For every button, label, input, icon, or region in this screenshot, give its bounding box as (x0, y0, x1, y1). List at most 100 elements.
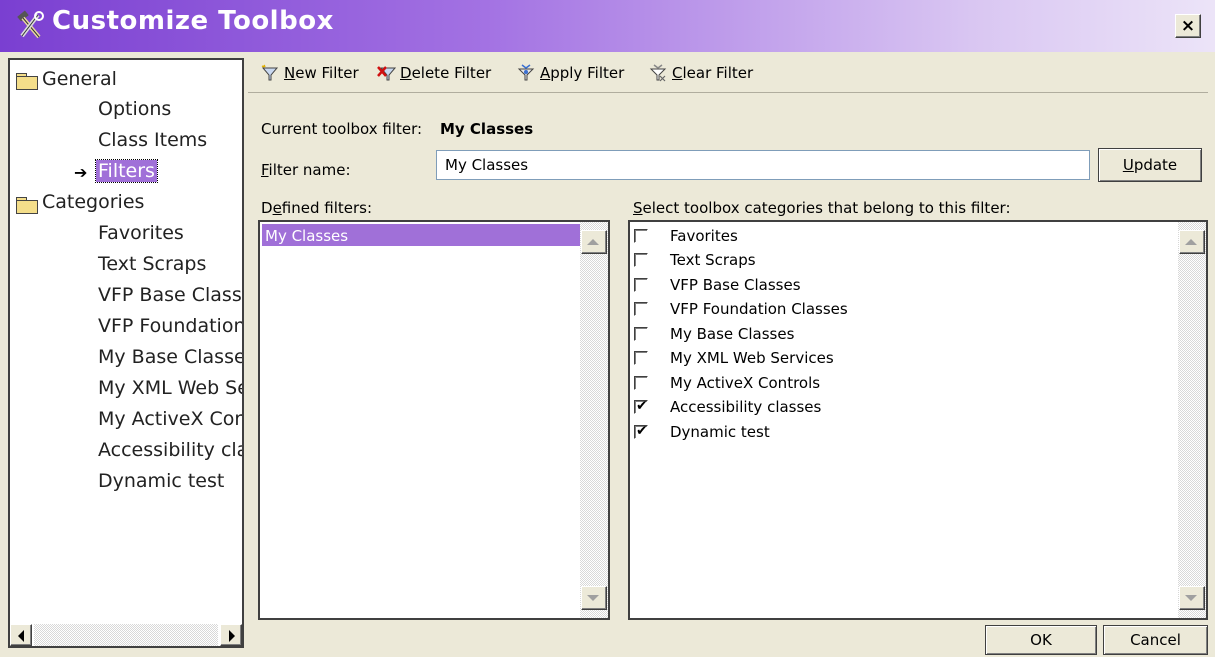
category-label: Text Scraps (670, 251, 756, 269)
select-categories-label: Select toolbox categories that belong to… (633, 199, 1011, 217)
tree-node-my-xml-web-services[interactable]: My XML Web Se (98, 377, 242, 399)
scroll-down-button[interactable] (1179, 586, 1205, 610)
category-label: VFP Foundation Classes (670, 300, 848, 318)
category-checkbox[interactable] (634, 376, 648, 390)
category-tree[interactable]: General Options Class Items ➔ Filters Ca… (8, 58, 244, 648)
defined-filters-scrollbar[interactable] (580, 222, 608, 618)
category-checkbox[interactable]: ✔ (634, 398, 648, 414)
category-label: Accessibility classes (670, 398, 822, 416)
clear-filter-button[interactable]: Clear Filter (648, 64, 753, 82)
tree-horizontal-scrollbar[interactable] (10, 624, 242, 646)
select-categories-accesskey: S (633, 199, 643, 217)
filter-name-label-text: ilter name: (268, 161, 351, 179)
checkmark-icon: ✔ (636, 423, 648, 439)
folder-icon (16, 197, 38, 214)
defined-filters-list[interactable]: My Classes (258, 220, 610, 620)
ok-button[interactable]: OK (985, 625, 1097, 655)
window-title: Customize Toolbox (52, 6, 334, 36)
delete-filter-accesskey: D (400, 64, 412, 82)
defined-filter-item[interactable]: My Classes (262, 224, 580, 246)
cancel-button[interactable]: Cancel (1103, 625, 1208, 655)
tools-icon (17, 10, 44, 39)
close-button[interactable]: × (1175, 14, 1201, 38)
arrow-right-icon: ➔ (74, 163, 88, 182)
category-checklist-scrollbar[interactable] (1178, 222, 1206, 618)
defined-filters-label-text: fined filters: (281, 199, 373, 217)
tree-node-dynamic-test[interactable]: Dynamic test (98, 470, 224, 492)
category-checkbox[interactable]: ✔ (634, 423, 648, 439)
arrow-right-icon (229, 630, 235, 642)
scroll-left-button[interactable] (10, 624, 32, 646)
arrow-down-icon (1185, 595, 1197, 601)
update-label: pdate (1133, 156, 1178, 174)
defined-filters-label: Defined filters: (261, 199, 372, 217)
scroll-up-button[interactable] (1179, 230, 1205, 254)
tree-node-accessibility-classes[interactable]: Accessibility clas (98, 439, 242, 461)
apply-filter-label: pply Filter (550, 64, 625, 82)
category-checkbox[interactable] (634, 253, 648, 267)
tree-node-favorites[interactable]: Favorites (98, 222, 184, 244)
new-filter-button[interactable]: New Filter (260, 64, 359, 82)
category-checkbox[interactable] (634, 351, 648, 365)
tree-node-filters-label: Filters (95, 159, 158, 183)
delete-filter-icon (377, 66, 396, 81)
category-checkbox[interactable] (634, 229, 648, 243)
filter-toolbar: New Filter Delete Filter Apply Filter Cl… (248, 58, 1208, 93)
arrow-left-icon (18, 630, 24, 642)
tree-node-options[interactable]: Options (98, 98, 171, 120)
category-checkbox[interactable] (634, 327, 648, 341)
delete-filter-button[interactable]: Delete Filter (376, 64, 491, 82)
category-label: My Base Classes (670, 325, 795, 343)
category-checkbox[interactable] (634, 278, 648, 292)
filter-name-label: Filter name: (261, 161, 351, 179)
category-checklist[interactable]: Favorites Text Scraps VFP Base Classes V… (628, 220, 1208, 620)
category-label: My XML Web Services (670, 349, 834, 367)
current-filter-label: Current toolbox filter: (261, 120, 423, 138)
apply-filter-icon (517, 64, 535, 81)
tree-node-vfp-base-classes[interactable]: VFP Base Classe (98, 284, 242, 306)
defined-filters-label-pre: D (261, 199, 273, 217)
category-label: VFP Base Classes (670, 276, 801, 294)
category-label: My ActiveX Controls (670, 374, 821, 392)
arrow-up-icon (1185, 239, 1197, 245)
tree-node-class-items[interactable]: Class Items (98, 129, 207, 151)
scroll-right-button[interactable] (220, 624, 242, 646)
tree-node-categories[interactable]: Categories (42, 191, 144, 213)
scrollbar-track[interactable] (1178, 222, 1206, 618)
current-filter-value: My Classes (440, 120, 534, 138)
arrow-down-icon (587, 595, 599, 601)
apply-filter-accesskey: A (540, 64, 551, 82)
defined-filters-accesskey: e (272, 199, 282, 217)
scrollbar-track[interactable] (580, 222, 608, 618)
apply-filter-button[interactable]: Apply Filter (516, 64, 624, 82)
title-bar[interactable]: Customize Toolbox × (0, 0, 1215, 52)
tree-node-my-base-classes[interactable]: My Base Classes (98, 346, 242, 368)
new-filter-icon (261, 64, 279, 81)
arrow-up-icon (587, 239, 599, 245)
scrollbar-track[interactable] (34, 624, 218, 646)
category-checkbox[interactable] (634, 302, 648, 316)
tree-node-filters[interactable]: Filters (95, 159, 158, 183)
update-accesskey: U (1122, 156, 1134, 174)
clear-filter-label: lear Filter (682, 64, 754, 82)
scroll-down-button[interactable] (581, 586, 607, 610)
delete-filter-label: elete Filter (411, 64, 492, 82)
filter-name-accesskey: F (261, 161, 269, 179)
folder-icon (16, 73, 38, 90)
clear-filter-icon (649, 64, 667, 82)
new-filter-accesskey: N (284, 64, 296, 82)
scroll-up-button[interactable] (581, 230, 607, 254)
clear-filter-accesskey: C (672, 64, 683, 82)
tree-node-vfp-foundation[interactable]: VFP Foundation (98, 315, 242, 337)
category-label: Favorites (670, 227, 738, 245)
select-categories-label-text: elect toolbox categories that belong to … (642, 199, 1011, 217)
new-filter-label: ew Filter (295, 64, 359, 82)
tree-node-my-activex-controls[interactable]: My ActiveX Cor (98, 408, 242, 430)
category-label: Dynamic test (670, 423, 770, 441)
checkmark-icon: ✔ (636, 398, 648, 414)
filter-name-input[interactable]: My Classes (436, 150, 1090, 180)
tree-node-general[interactable]: General (42, 68, 117, 90)
tree-node-text-scraps[interactable]: Text Scraps (98, 253, 206, 275)
update-button[interactable]: Update (1098, 148, 1202, 182)
customize-toolbox-dialog: Customize Toolbox × General Options Clas… (0, 0, 1215, 657)
